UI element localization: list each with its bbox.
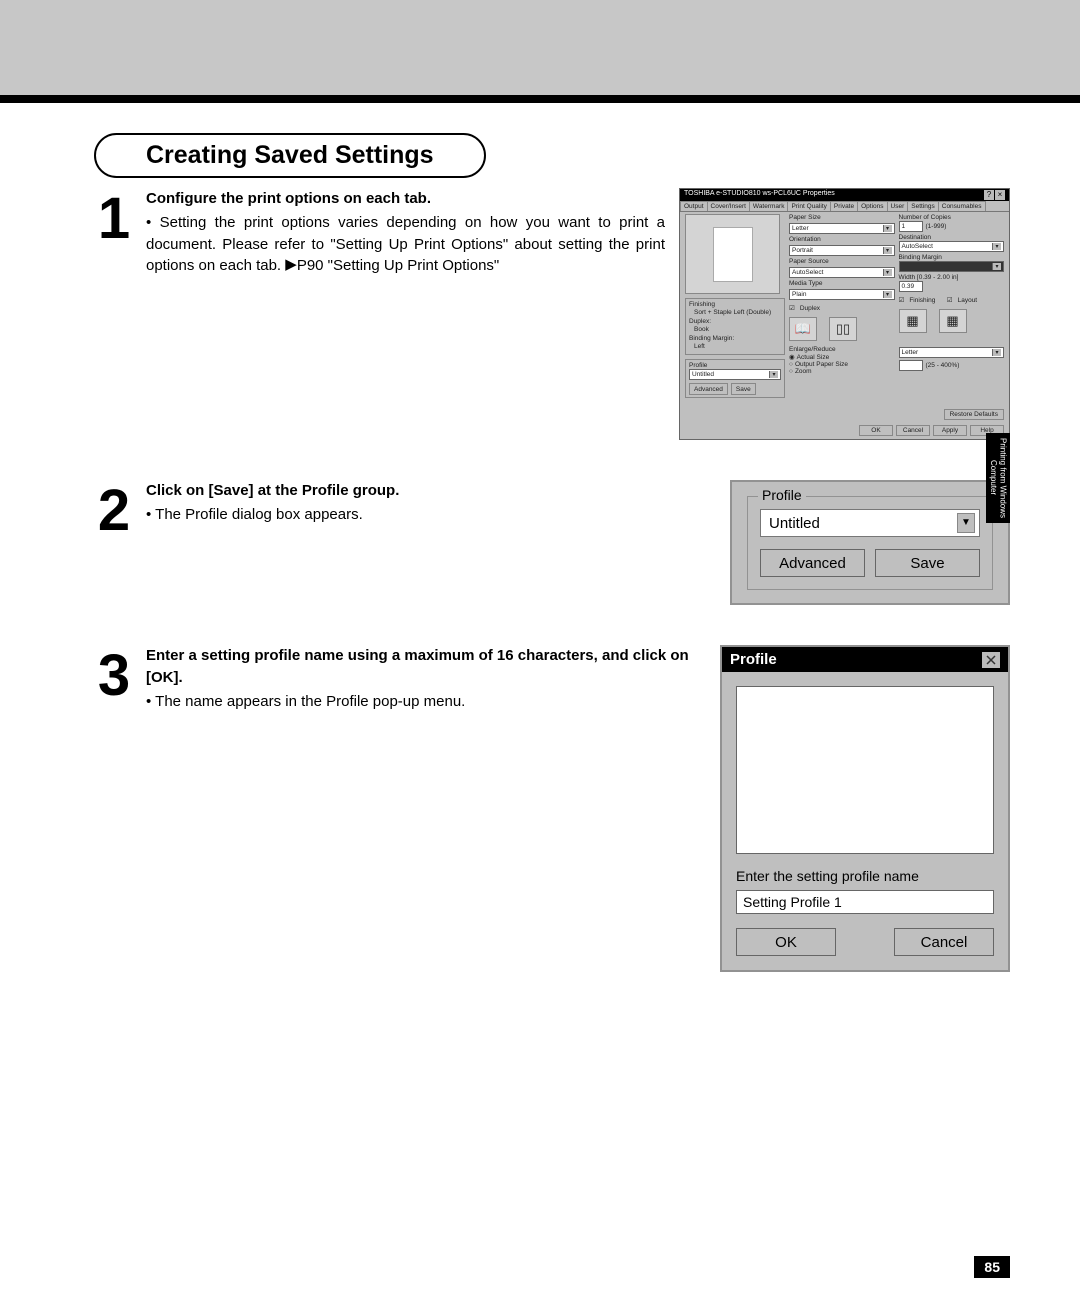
output-size-combo[interactable]: Letter▾ bbox=[899, 347, 1005, 358]
profile-name-label: Enter the setting profile name bbox=[736, 868, 994, 884]
step-2: 2 Click on [Save] at the Profile group. … bbox=[90, 480, 1010, 605]
section-title-pill: Creating Saved Settings bbox=[94, 133, 486, 178]
profile-dialog-titlebar: Profile bbox=[722, 647, 1008, 672]
tab-user[interactable]: User bbox=[887, 201, 909, 211]
step-3-body: • The name appears in the Profile pop-up… bbox=[146, 691, 706, 713]
help-icon[interactable]: ? bbox=[984, 190, 994, 200]
step-2-body: • The Profile dialog box appears. bbox=[146, 504, 706, 526]
black-divider bbox=[0, 95, 1080, 103]
enlarge-group: Enlarge/Reduce Actual Size Output Paper … bbox=[789, 346, 895, 375]
step-1-number: 1 bbox=[90, 188, 138, 243]
step-2-heading: Click on [Save] at the Profile group. bbox=[146, 480, 706, 502]
media-type-combo[interactable]: Plain▾ bbox=[789, 289, 895, 300]
close-icon[interactable]: × bbox=[995, 190, 1005, 200]
tab-options[interactable]: Options bbox=[857, 201, 887, 211]
step-1-heading: Configure the print options on each tab. bbox=[146, 188, 665, 210]
profile-legend: Profile bbox=[758, 487, 806, 503]
tab-quality[interactable]: Print Quality bbox=[787, 201, 830, 211]
paper-size-combo[interactable]: Letter▾ bbox=[789, 223, 895, 234]
paper-source-combo[interactable]: AutoSelect▾ bbox=[789, 267, 895, 278]
profile-dialog: Profile Enter the setting profile name S… bbox=[720, 645, 1010, 972]
top-gray-bar bbox=[0, 0, 1080, 95]
step-3: 3 Enter a setting profile name using a m… bbox=[90, 645, 1010, 972]
orientation-combo[interactable]: Portrait▾ bbox=[789, 245, 895, 256]
ok-button[interactable]: OK bbox=[736, 928, 836, 956]
copies-spinner[interactable]: 1 bbox=[899, 221, 923, 232]
step-3-number: 3 bbox=[90, 645, 138, 700]
save-button[interactable]: Save bbox=[875, 549, 980, 577]
binding-margin-combo[interactable]: ▾ bbox=[899, 261, 1005, 272]
book-icon[interactable]: 📖 bbox=[789, 317, 817, 341]
cancel-button[interactable]: Cancel bbox=[894, 928, 994, 956]
tab-private[interactable]: Private bbox=[830, 201, 858, 211]
destination-combo[interactable]: AutoSelect▾ bbox=[899, 241, 1005, 252]
properties-tabs[interactable]: Output Cover/Insert Watermark Print Qual… bbox=[680, 201, 1009, 212]
apply-button-small[interactable]: Apply bbox=[933, 425, 967, 436]
finishing-summary: Finishing Sort + Staple Left (Double) Du… bbox=[685, 298, 785, 355]
cancel-button-small[interactable]: Cancel bbox=[896, 425, 930, 436]
restore-defaults-button[interactable]: Restore Defaults bbox=[944, 409, 1004, 420]
width-spinner[interactable]: 0.39 bbox=[899, 281, 923, 292]
properties-titlebar: TOSHIBA e-STUDIO810 ws-PCL6UC Properties… bbox=[680, 189, 1009, 201]
profile-combo[interactable]: Untitled ▼ bbox=[760, 509, 980, 537]
section-title: Creating Saved Settings bbox=[146, 141, 434, 169]
tab-consumables[interactable]: Consumables bbox=[938, 201, 986, 211]
step-2-number: 2 bbox=[90, 480, 138, 535]
ok-button-small[interactable]: OK bbox=[859, 425, 893, 436]
close-icon[interactable] bbox=[982, 652, 1000, 668]
tab-settings[interactable]: Settings bbox=[907, 201, 939, 211]
side-section-tab: Printing from Windows Computer bbox=[986, 433, 1010, 523]
layout-icon-1[interactable]: ▦ bbox=[899, 309, 927, 333]
page-preview bbox=[685, 214, 780, 294]
tab-watermark[interactable]: Watermark bbox=[749, 201, 789, 211]
profile-listbox[interactable] bbox=[736, 686, 994, 854]
advanced-button-small[interactable]: Advanced bbox=[689, 383, 728, 395]
page-number: 85 bbox=[974, 1256, 1010, 1278]
page-content: Creating Saved Settings 1 Configure the … bbox=[0, 103, 1080, 1032]
tab-output[interactable]: Output bbox=[680, 201, 708, 211]
step-1: 1 Configure the print options on each ta… bbox=[90, 188, 1010, 440]
properties-dialog: TOSHIBA e-STUDIO810 ws-PCL6UC Properties… bbox=[679, 188, 1010, 440]
profile-name-input[interactable]: Setting Profile 1 bbox=[736, 890, 994, 914]
profile-combo-small[interactable]: Untitled▾ bbox=[689, 369, 781, 380]
duplex-checkbox[interactable] bbox=[789, 304, 797, 312]
layout-icon-2[interactable]: ▦ bbox=[939, 309, 967, 333]
pages-icon[interactable]: ▯▯ bbox=[829, 317, 857, 341]
dropdown-arrow-icon[interactable]: ▼ bbox=[957, 513, 975, 533]
advanced-button[interactable]: Advanced bbox=[760, 549, 865, 577]
profile-group-small: Profile Untitled▾ Advanced Save bbox=[685, 359, 785, 398]
step-1-body: • Setting the print options varies depen… bbox=[146, 212, 665, 277]
profile-group-panel: Profile Untitled ▼ Advanced Save bbox=[730, 480, 1010, 605]
save-button-small[interactable]: Save bbox=[731, 383, 756, 395]
window-controls: ?× bbox=[983, 190, 1005, 200]
step-3-heading: Enter a setting profile name using a max… bbox=[146, 645, 706, 689]
tab-cover[interactable]: Cover/Insert bbox=[707, 201, 750, 211]
